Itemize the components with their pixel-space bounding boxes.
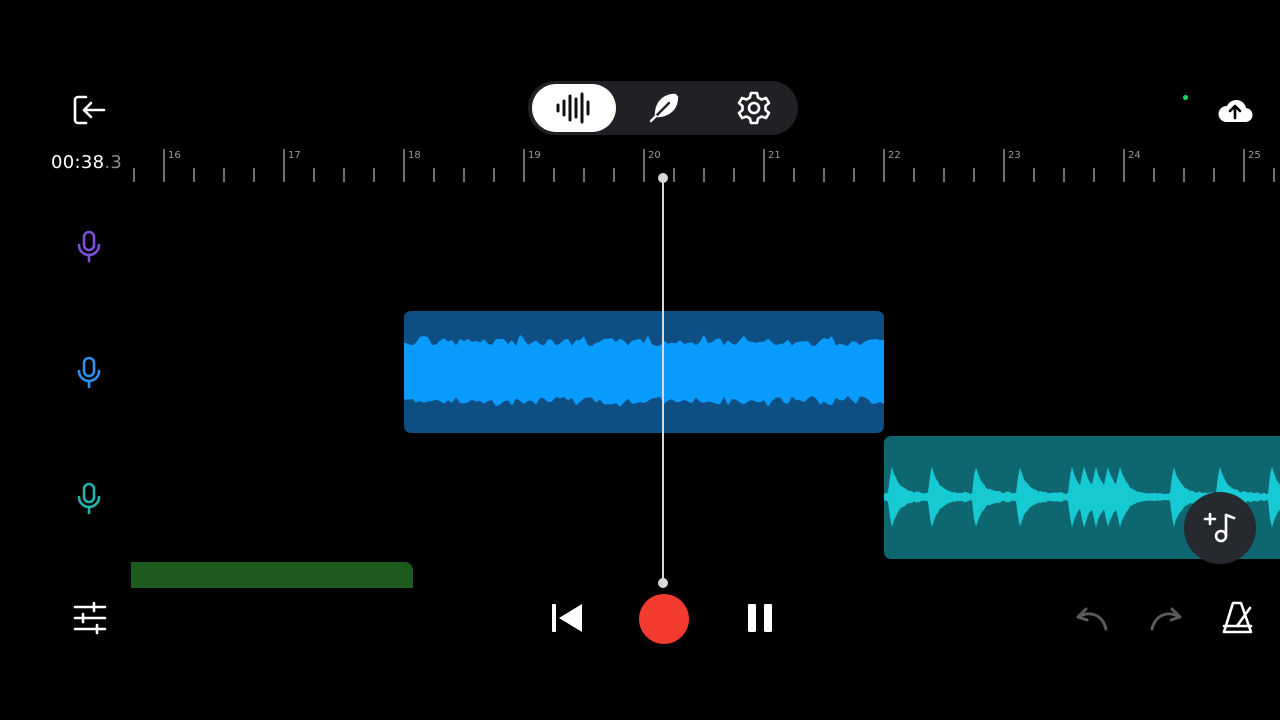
- ruler-label: 18: [408, 150, 421, 161]
- redo-icon: [1150, 607, 1182, 631]
- waveform-icon: [556, 92, 590, 124]
- metronome-button[interactable]: [1220, 600, 1256, 636]
- mixer-button[interactable]: [72, 600, 108, 636]
- gear-icon: [737, 91, 771, 125]
- playhead-handle-bottom[interactable]: [658, 578, 668, 588]
- playhead-handle-top[interactable]: [658, 173, 668, 183]
- undo-icon: [1076, 607, 1108, 631]
- mode-record-button[interactable]: [532, 84, 616, 132]
- mode-settings-button[interactable]: [732, 87, 776, 129]
- ruler-label: 20: [648, 150, 661, 161]
- skip-to-start-icon: [552, 604, 582, 632]
- ruler-label: 22: [888, 150, 901, 161]
- redo-button[interactable]: [1148, 605, 1184, 635]
- ruler-label: 16: [168, 150, 181, 161]
- time-readout-fraction: .3: [104, 152, 123, 173]
- waveform-shape: [404, 334, 884, 407]
- track-3-mic-button[interactable]: [74, 481, 104, 517]
- ruler-label: 24: [1128, 150, 1141, 161]
- pause-button[interactable]: [745, 601, 775, 635]
- ruler-label: 25: [1248, 150, 1261, 161]
- ruler-label: 17: [288, 150, 301, 161]
- time-readout-main: 00:38: [51, 152, 105, 173]
- cloud-upload-button[interactable]: [1216, 95, 1254, 125]
- ruler-label: 19: [528, 150, 541, 161]
- add-music-icon: [1203, 512, 1236, 543]
- exit-icon: [73, 95, 106, 125]
- microphone-icon: [77, 356, 101, 389]
- track-1-mic-button[interactable]: [74, 229, 104, 265]
- cloud-upload-icon: [1218, 99, 1253, 123]
- mixer-sliders-icon: [73, 601, 107, 635]
- ruler-label: 23: [1008, 150, 1021, 161]
- ruler-label: 21: [768, 150, 781, 161]
- ruler-ticks: [133, 149, 1275, 182]
- record-button[interactable]: [639, 594, 689, 644]
- time-readout: 00:38.3: [51, 152, 122, 173]
- audio-clip[interactable]: [404, 311, 884, 433]
- skip-to-start-button[interactable]: [548, 600, 588, 636]
- audio-clip[interactable]: [131, 562, 413, 588]
- feather-icon: [649, 93, 679, 123]
- track-2-mic-button[interactable]: [74, 355, 104, 391]
- add-music-button[interactable]: [1184, 492, 1256, 564]
- exit-button[interactable]: [70, 92, 108, 128]
- timeline-ruler[interactable]: 16 17 18 19 20 21 22 23 24 25: [130, 145, 1280, 185]
- microphone-icon: [77, 482, 101, 515]
- microphone-icon: [77, 230, 101, 263]
- playhead[interactable]: [662, 178, 664, 583]
- status-indicator-dot: [1183, 95, 1188, 100]
- undo-button[interactable]: [1074, 605, 1110, 635]
- mode-compose-button[interactable]: [640, 89, 688, 127]
- pause-icon: [748, 604, 772, 632]
- metronome-icon: [1222, 601, 1253, 634]
- clip-waveform: [404, 334, 884, 407]
